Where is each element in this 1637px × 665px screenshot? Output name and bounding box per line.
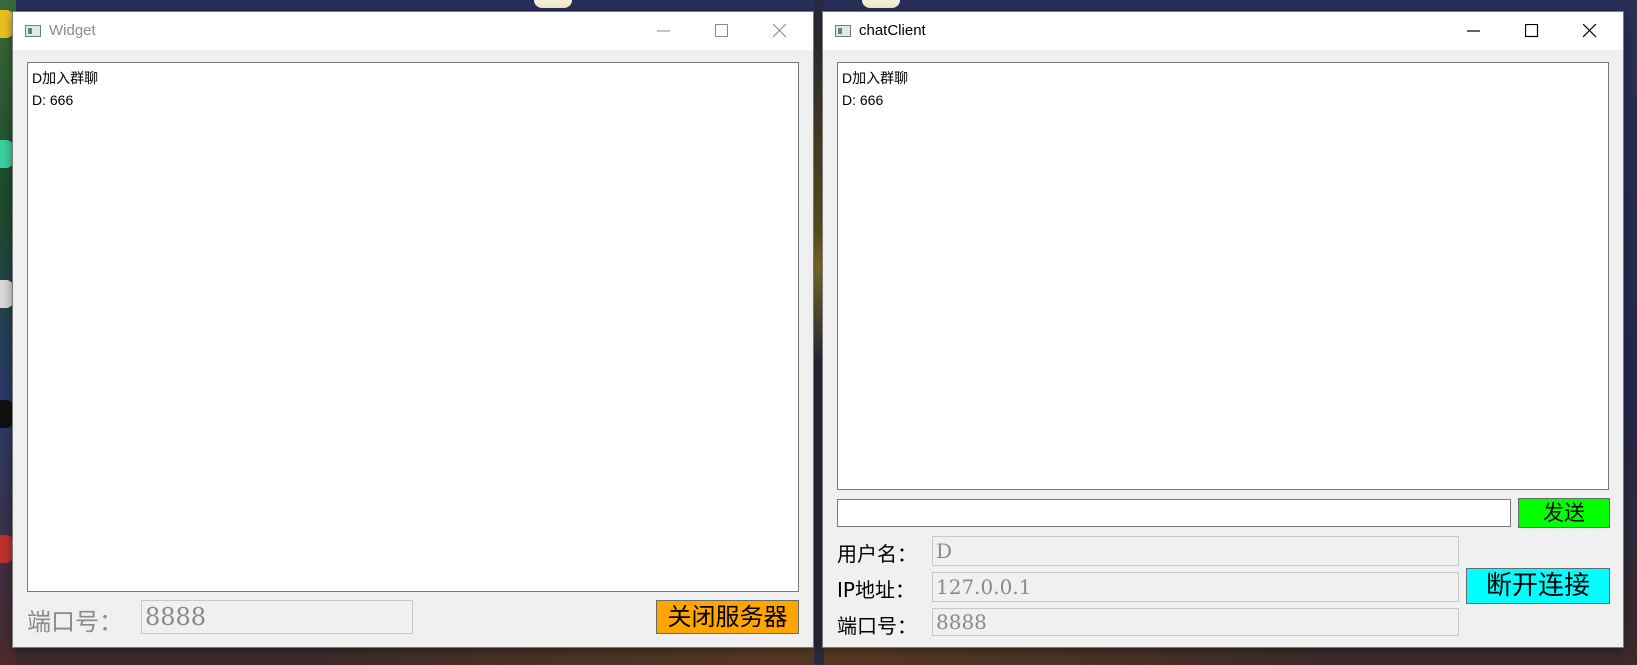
message-input[interactable]	[837, 499, 1511, 527]
close-server-button[interactable]: 关闭服务器	[656, 600, 799, 634]
client-window-title: chatClient	[859, 22, 926, 39]
close-button[interactable]	[1561, 12, 1619, 50]
desktop-app-icon[interactable]	[0, 535, 14, 563]
username-label: 用户名：	[837, 542, 917, 566]
server-port-label: 端口号：	[27, 608, 123, 636]
maximize-button[interactable]	[1503, 12, 1561, 50]
app-window-icon	[25, 25, 41, 37]
wallpaper-lamp	[862, 0, 900, 8]
server-window: Widget D加入群聊 D: 666 端口号： 8888 关闭服务器	[13, 12, 813, 647]
ip-label: IP地址：	[837, 578, 915, 602]
server-port-input[interactable]: 8888	[141, 600, 413, 634]
desktop-app-icon[interactable]	[0, 10, 14, 38]
chat-message: D加入群聊	[842, 70, 909, 86]
client-chat-log[interactable]: D加入群聊 D: 666	[837, 62, 1609, 490]
client-port-input[interactable]: 8888	[932, 608, 1459, 636]
close-icon	[1583, 24, 1597, 38]
ip-input[interactable]: 127.0.0.1	[932, 572, 1459, 602]
client-titlebar[interactable]: chatClient	[823, 12, 1623, 50]
minimize-icon	[657, 30, 670, 32]
server-window-title: Widget	[49, 22, 96, 39]
send-button[interactable]: 发送	[1518, 498, 1610, 528]
chat-message: D: 666	[842, 92, 884, 108]
minimize-icon	[1467, 30, 1480, 32]
wallpaper-lamp	[534, 0, 572, 8]
client-window: chatClient D加入群聊 D: 666 发送 用户名： D IP地址： …	[823, 12, 1623, 647]
minimize-button[interactable]	[635, 12, 693, 50]
desktop-app-icon[interactable]	[0, 400, 14, 428]
chat-message: D加入群聊	[32, 70, 99, 86]
app-window-icon	[835, 25, 851, 37]
desktop-app-icon[interactable]	[0, 140, 14, 168]
maximize-icon	[715, 24, 728, 37]
minimize-button[interactable]	[1445, 12, 1503, 50]
close-button[interactable]	[751, 12, 809, 50]
maximize-icon	[1525, 24, 1539, 38]
close-icon	[773, 24, 787, 38]
maximize-button[interactable]	[693, 12, 751, 50]
disconnect-button[interactable]: 断开连接	[1466, 568, 1610, 604]
server-chat-log[interactable]: D加入群聊 D: 666	[27, 62, 799, 592]
server-titlebar[interactable]: Widget	[13, 12, 813, 50]
client-port-label: 端口号：	[837, 614, 917, 638]
desktop-app-icon[interactable]	[0, 280, 14, 308]
chat-message: D: 666	[32, 92, 74, 108]
username-input[interactable]: D	[932, 536, 1459, 566]
